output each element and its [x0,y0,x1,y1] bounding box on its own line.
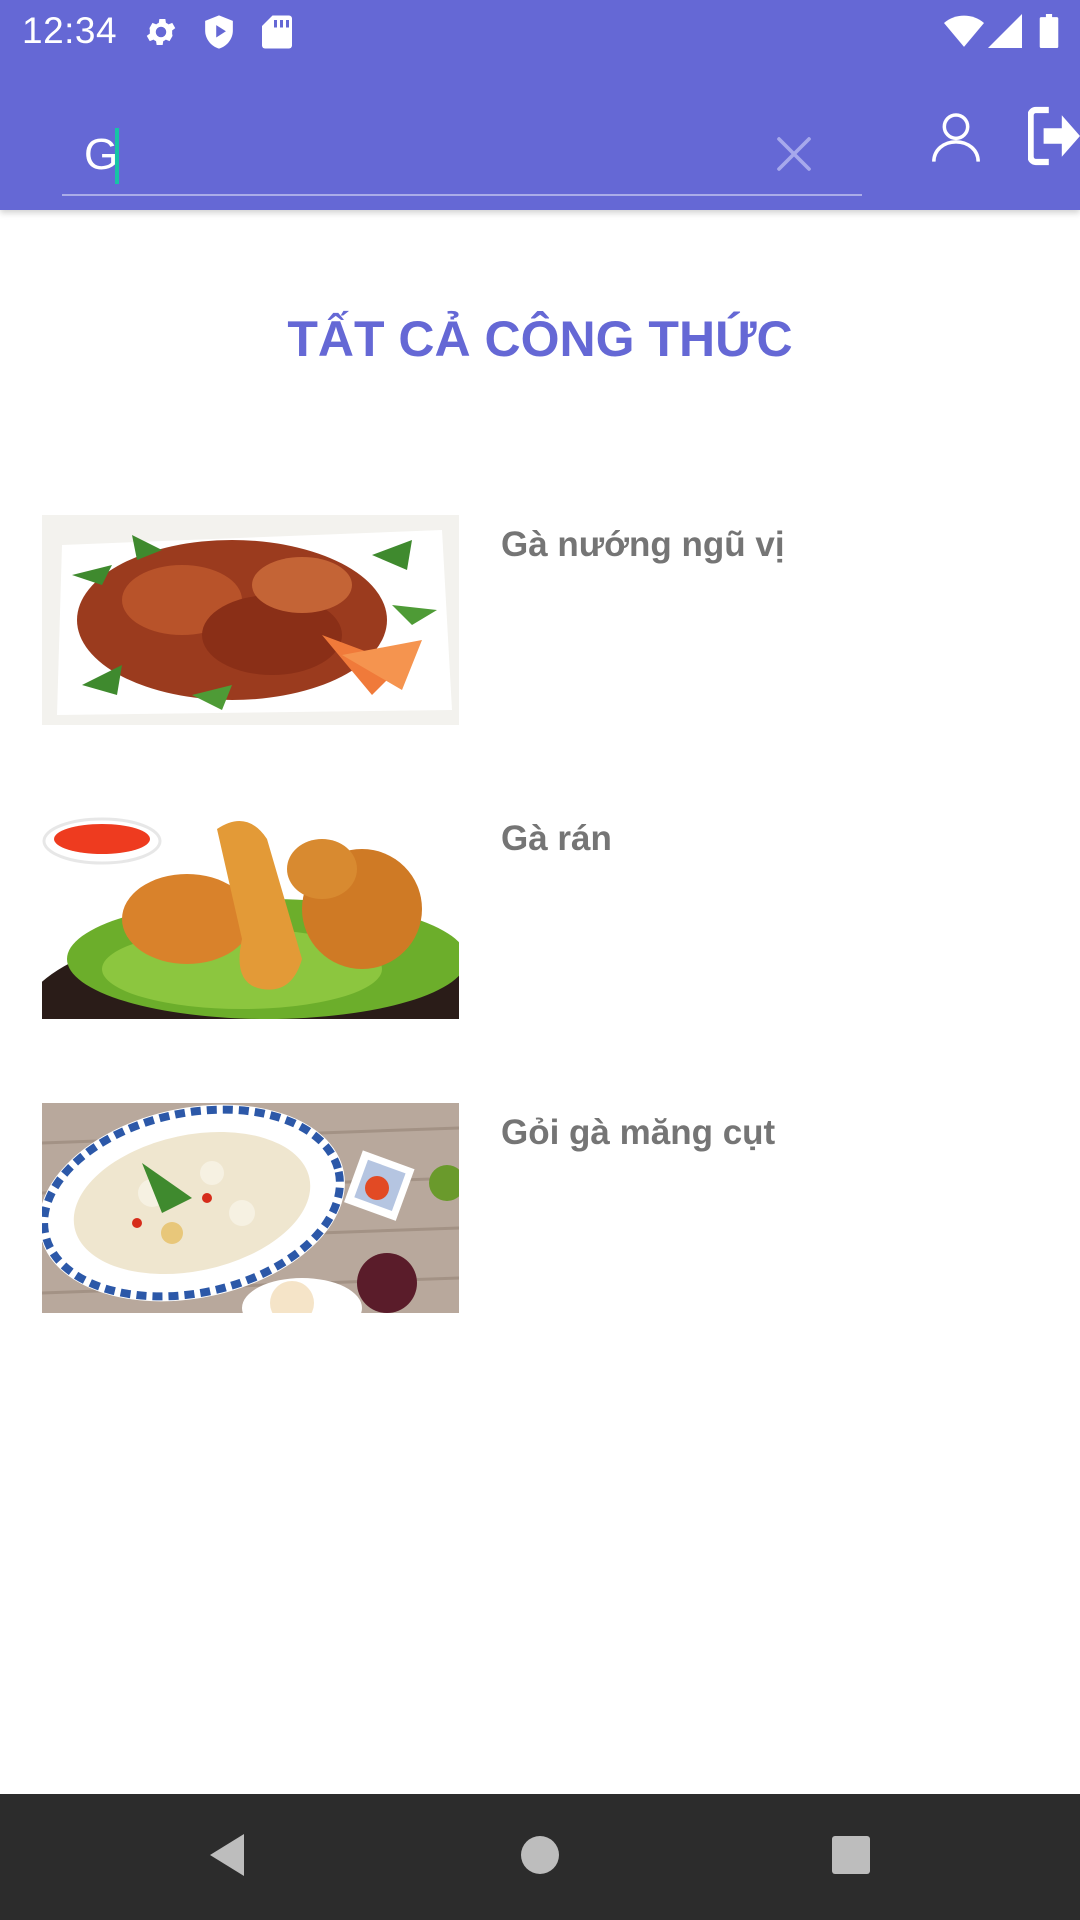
text-cursor [115,128,119,184]
search-input[interactable]: G [62,92,862,196]
system-nav-bar [0,1794,1080,1920]
grilled-chicken-photo [42,515,459,725]
recipe-name: Gà rán [501,819,612,858]
chicken-mangosteen-salad-photo [42,1103,459,1313]
settings-icon [146,18,176,46]
recipe-name: Gà nướng ngũ vị [501,525,785,564]
profile-icon[interactable] [928,108,984,164]
app-bar: 12:34 G [0,0,1080,210]
search-input-value: G [84,130,119,179]
clear-search-icon[interactable] [774,134,814,174]
battery-icon [1039,14,1059,48]
cellular-signal-icon [988,14,1022,48]
home-icon[interactable] [520,1830,560,1880]
search-bar: G [0,64,1080,210]
status-time: 12:34 [22,10,118,51]
sd-card-icon [262,15,292,49]
page-title: TẤT CẢ CÔNG THỨC [287,311,793,367]
back-icon[interactable] [204,1830,248,1880]
recents-icon[interactable] [831,1830,871,1880]
recipe-name: Gỏi gà măng cụt [501,1113,776,1152]
status-bar: 12:34 [0,0,1080,64]
recipe-item[interactable]: Gà nướng ngũ vị [42,515,1042,725]
recipe-list: Gà nướng ngũ vị Gà rán Gỏi gà măng cụt [42,515,1042,1397]
fried-chicken-photo [42,809,459,1019]
recipe-item[interactable]: Gỏi gà măng cụt [42,1103,1042,1313]
recipe-item[interactable]: Gà rán [42,809,1042,1019]
wifi-icon [944,15,984,47]
logout-icon[interactable] [1028,104,1080,168]
shield-play-icon [205,15,233,49]
